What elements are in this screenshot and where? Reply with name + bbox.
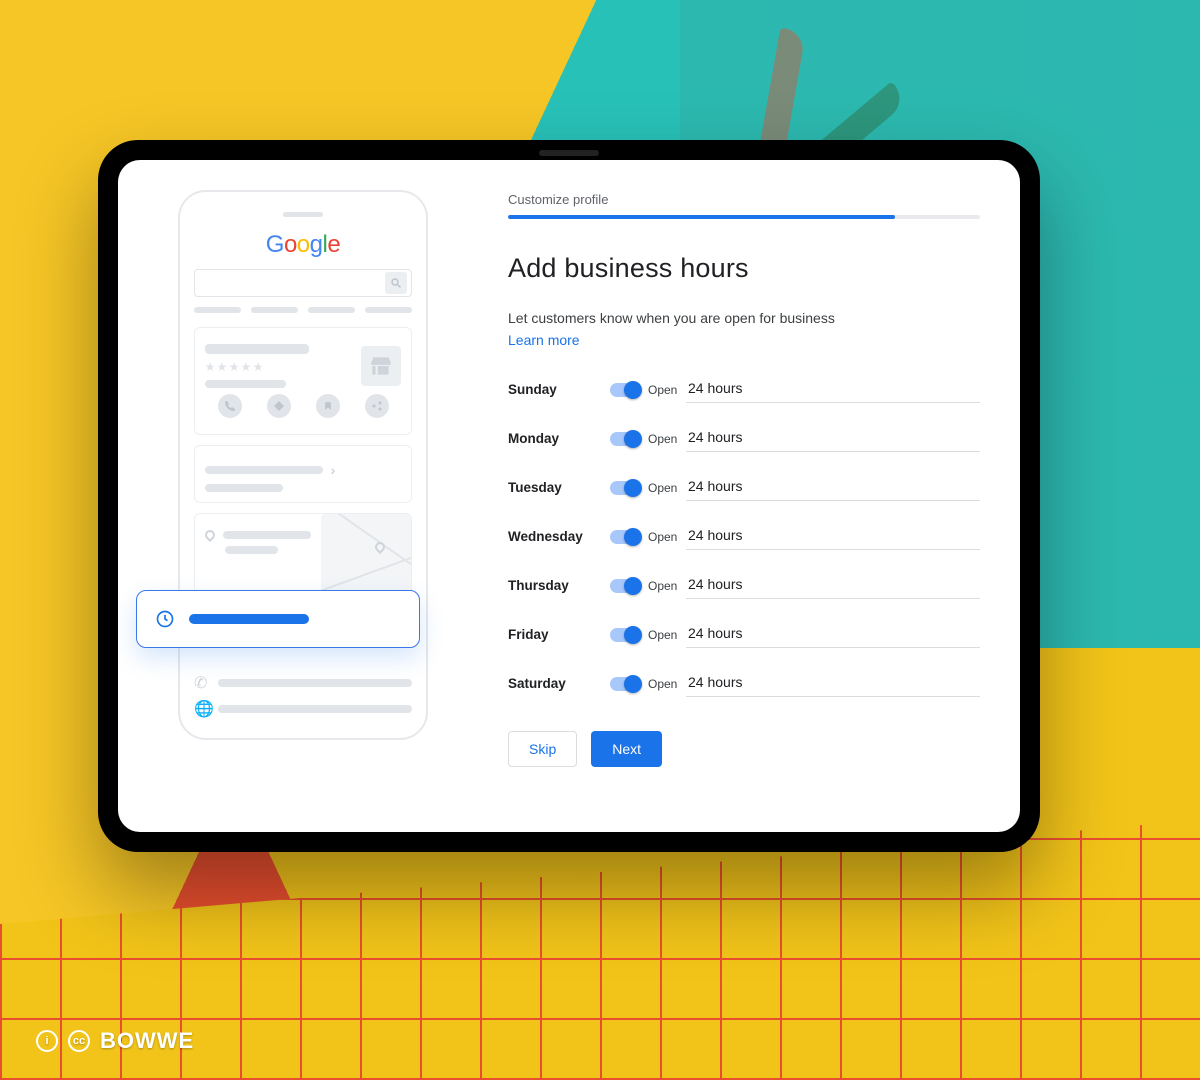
- save-icon: [316, 394, 340, 418]
- tablet-camera: [539, 150, 599, 156]
- open-status-label: Open: [648, 432, 677, 446]
- tablet-frame: Google: [98, 140, 1040, 852]
- map-thumbnail: [321, 514, 411, 594]
- day-label: Monday: [508, 431, 604, 446]
- highlight-bar: [189, 614, 309, 624]
- open-status-label: Open: [648, 481, 677, 495]
- tabs-stub: [194, 307, 412, 313]
- storefront-icon: [361, 346, 401, 386]
- business-card-stub: [194, 327, 412, 435]
- hours-field[interactable]: 24 hours: [686, 523, 980, 550]
- hours-row-wednesday: Wednesday Open 24 hours: [508, 523, 980, 550]
- next-button[interactable]: Next: [591, 731, 662, 767]
- hours-row-monday: Monday Open 24 hours: [508, 425, 980, 452]
- hours-list: Sunday Open 24 hours Monday Open 24 hour…: [508, 376, 980, 697]
- info-badge-icon: i: [36, 1030, 58, 1052]
- open-status-label: Open: [648, 628, 677, 642]
- search-stub: [194, 269, 412, 297]
- open-toggle[interactable]: [610, 481, 640, 495]
- open-toggle[interactable]: [610, 579, 640, 593]
- hours-row-tuesday: Tuesday Open 24 hours: [508, 474, 980, 501]
- open-status-label: Open: [648, 579, 677, 593]
- phone-mockup: Google: [178, 190, 428, 740]
- open-status-label: Open: [648, 677, 677, 691]
- watermark: i cc BOWWE: [36, 1028, 194, 1054]
- skip-button[interactable]: Skip: [508, 731, 577, 767]
- page-title: Add business hours: [508, 253, 980, 284]
- hours-row-saturday: Saturday Open 24 hours: [508, 670, 980, 697]
- star-rating-stub: [205, 362, 353, 372]
- clock-icon: [155, 609, 175, 629]
- day-label: Tuesday: [508, 480, 604, 495]
- progress-fill: [508, 215, 895, 219]
- open-toggle[interactable]: [610, 383, 640, 397]
- phone-speaker: [283, 212, 323, 217]
- google-logo: Google: [194, 231, 412, 259]
- contact-rows-stub: ✆ 🌐: [194, 663, 412, 729]
- page-subtext: Let customers know when you are open for…: [508, 310, 980, 326]
- hours-field[interactable]: 24 hours: [686, 425, 980, 452]
- phone-icon: [218, 394, 242, 418]
- hours-highlight-callout: [136, 590, 420, 648]
- learn-more-link[interactable]: Learn more: [508, 332, 580, 348]
- pin-icon: [203, 528, 217, 542]
- share-icon: [365, 394, 389, 418]
- open-status-label: Open: [648, 530, 677, 544]
- brand-logo: BOWWE: [100, 1028, 194, 1054]
- hours-field[interactable]: 24 hours: [686, 376, 980, 403]
- day-label: Wednesday: [508, 529, 604, 544]
- open-toggle[interactable]: [610, 677, 640, 691]
- hours-row-sunday: Sunday Open 24 hours: [508, 376, 980, 403]
- phone-outline-icon: ✆: [194, 673, 210, 693]
- phone-preview-column: Google: [148, 190, 458, 802]
- info-card-stub: ›: [194, 445, 412, 503]
- day-label: Saturday: [508, 676, 604, 691]
- search-icon: [385, 272, 407, 294]
- chevron-right-icon: ›: [331, 462, 336, 478]
- hours-field[interactable]: 24 hours: [686, 474, 980, 501]
- directions-icon: [267, 394, 291, 418]
- tablet-screen: Google: [118, 160, 1020, 832]
- day-label: Friday: [508, 627, 604, 642]
- hours-row-thursday: Thursday Open 24 hours: [508, 572, 980, 599]
- hours-row-friday: Friday Open 24 hours: [508, 621, 980, 648]
- day-label: Thursday: [508, 578, 604, 593]
- open-toggle[interactable]: [610, 628, 640, 642]
- open-toggle[interactable]: [610, 432, 640, 446]
- hours-field[interactable]: 24 hours: [686, 670, 980, 697]
- map-card-stub: [194, 513, 412, 595]
- open-status-label: Open: [648, 383, 677, 397]
- open-toggle[interactable]: [610, 530, 640, 544]
- step-label: Customize profile: [508, 192, 980, 207]
- hours-field[interactable]: 24 hours: [686, 621, 980, 648]
- button-row: Skip Next: [508, 731, 980, 767]
- globe-icon: 🌐: [194, 699, 210, 719]
- cc-badge-icon: cc: [68, 1030, 90, 1052]
- hours-field[interactable]: 24 hours: [686, 572, 980, 599]
- day-label: Sunday: [508, 382, 604, 397]
- main-content: Customize profile Add business hours Let…: [508, 190, 980, 802]
- progress-bar: [508, 215, 980, 219]
